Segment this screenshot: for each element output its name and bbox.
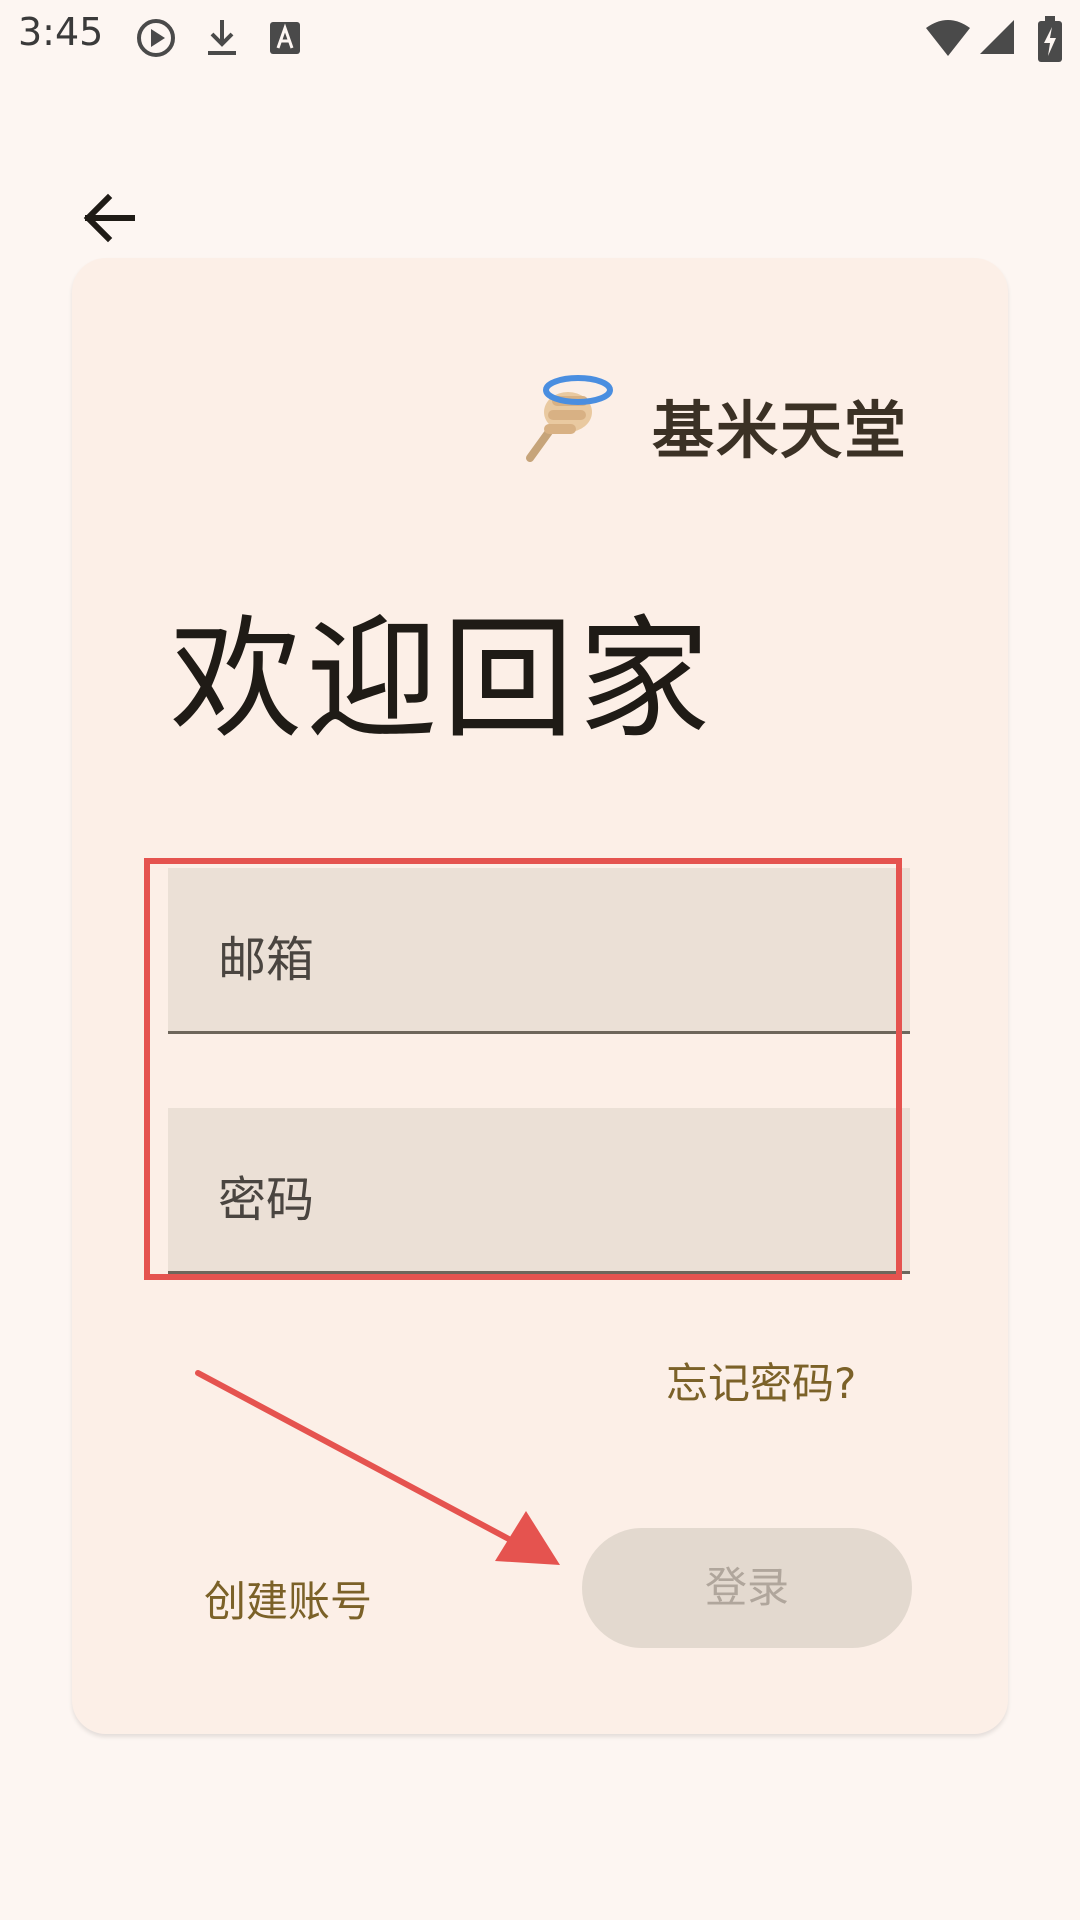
arrow-back-icon — [83, 193, 135, 243]
back-button[interactable] — [78, 188, 142, 248]
forgot-password-link[interactable]: 忘记密码? — [666, 1350, 856, 1411]
login-button[interactable]: 登录 — [582, 1528, 912, 1648]
cellular-signal-icon — [980, 20, 1014, 54]
battery-charging-icon — [1038, 16, 1062, 62]
play-icon — [137, 19, 175, 57]
highlight-box — [144, 858, 902, 1280]
wifi-icon — [926, 20, 970, 56]
welcome-title: 欢迎回家 — [170, 603, 714, 757]
login-button-label: 登录 — [704, 1563, 789, 1612]
download-icon — [208, 20, 236, 55]
keyboard-a-icon — [270, 22, 300, 54]
app-logo-icon — [522, 366, 614, 462]
app-name: 基米天堂 — [652, 394, 909, 467]
status-time: 3:45 — [18, 10, 104, 54]
status-bar: 3:45 — [0, 0, 1080, 80]
annotation-arrow-icon — [195, 1370, 560, 1565]
